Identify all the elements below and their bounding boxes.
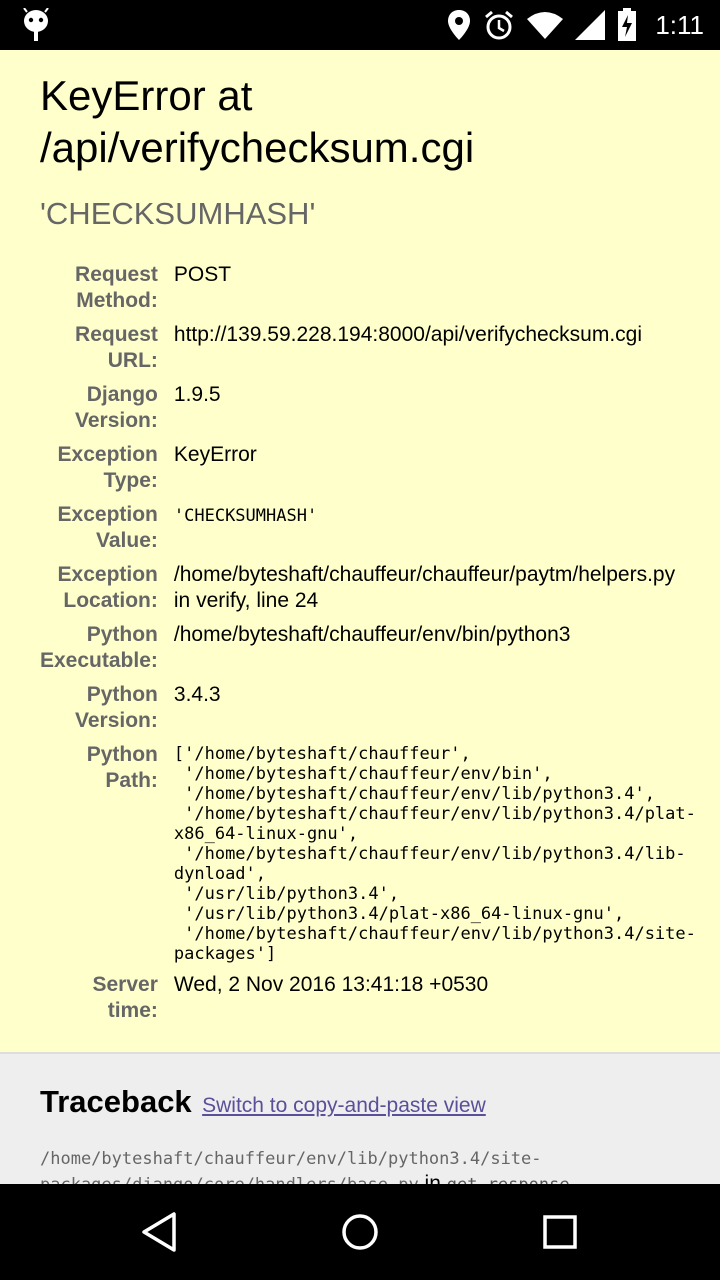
exception-location-file: /home/byteshaft/chauffeur/chauffeur/payt… bbox=[173, 563, 676, 586]
frame-in-text: in bbox=[424, 1172, 441, 1184]
exception-value-heading: 'CHECKSUMHASH' bbox=[40, 196, 316, 231]
page-title: KeyError at /api/verifychecksum.cgi bbox=[40, 70, 720, 174]
table-row: Exception Type: KeyError bbox=[40, 438, 696, 498]
row-label: Python Executable: bbox=[40, 623, 158, 672]
traceback-header: Traceback Switch to copy-and-paste view bbox=[40, 1084, 720, 1120]
exception-location-value: /home/byteshaft/chauffeur/chauffeur/payt… bbox=[174, 558, 696, 618]
request-url-value: http://139.59.228.194:8000/api/verifyche… bbox=[173, 323, 643, 346]
python-path-line: x86_64-linux-gnu', bbox=[173, 824, 359, 844]
python-path-line: dynload', bbox=[173, 864, 267, 884]
python-path-line: '/usr/lib/python3.4', bbox=[173, 884, 400, 904]
home-icon[interactable] bbox=[338, 1210, 382, 1254]
traceback-section: Traceback Switch to copy-and-paste view … bbox=[0, 1054, 720, 1184]
python-path-value: ['/home/byteshaft/chauffeur', '/home/byt… bbox=[174, 738, 696, 968]
debug-page[interactable]: KeyError at /api/verifychecksum.cgi 'CHE… bbox=[0, 50, 720, 1184]
frame-file-path: /home/byteshaft/chauffeur/env/lib/python… bbox=[40, 1149, 542, 1169]
navigation-bar bbox=[0, 1184, 720, 1280]
frame-function-name: get_response bbox=[447, 1175, 570, 1184]
android-debug-icon bbox=[22, 8, 50, 42]
page-title-line-1: KeyError at bbox=[40, 72, 253, 119]
back-icon[interactable] bbox=[138, 1210, 182, 1254]
row-label: Python Path: bbox=[86, 743, 158, 792]
exception-type-value: KeyError bbox=[173, 443, 257, 466]
frame-file-path-cont: packages/django/core/handlers/base.py bbox=[40, 1175, 419, 1184]
python-path-line: '/home/byteshaft/chauffeur/env/lib/pytho… bbox=[173, 784, 655, 804]
signal-icon bbox=[575, 10, 606, 40]
table-row: Exception Location: /home/byteshaft/chauf… bbox=[40, 558, 696, 618]
python-path-line: ['/home/byteshaft/chauffeur', bbox=[173, 744, 471, 764]
table-row: Request URL: http://139.59.228.194:8000/a… bbox=[40, 318, 696, 378]
status-bar: 1:11 bbox=[0, 0, 720, 50]
python-path-line: '/usr/lib/python3.4/plat-x86_64-linux-gn… bbox=[173, 904, 625, 924]
row-label: Request URL: bbox=[75, 323, 158, 372]
traceback-frame[interactable]: /home/byteshaft/chauffeur/env/lib/python… bbox=[40, 1146, 720, 1184]
battery-charging-icon bbox=[617, 8, 637, 42]
table-row: Python Path: ['/home/byteshaft/chauffeur'… bbox=[40, 738, 696, 968]
exception-value-value: 'CHECKSUMHASH' bbox=[174, 498, 696, 558]
table-row: Python Version: 3.4.3 bbox=[40, 678, 696, 738]
request-meta-table: Request Method: POST Request URL: http://1… bbox=[40, 258, 696, 1028]
server-time-value: Wed, 2 Nov 2016 13:41:18 +0530 bbox=[173, 973, 489, 996]
exception-value-text: 'CHECKSUMHASH' bbox=[173, 506, 318, 526]
python-executable-value: /home/byteshaft/chauffeur/env/bin/python… bbox=[173, 623, 571, 646]
table-row: Django Version: 1.9.5 bbox=[40, 378, 696, 438]
wifi-icon bbox=[527, 11, 564, 39]
django-version-value: 1.9.5 bbox=[173, 383, 221, 406]
python-path-line: '/home/byteshaft/chauffeur/env/lib/pytho… bbox=[173, 804, 696, 824]
error-summary: KeyError at /api/verifychecksum.cgi 'CHE… bbox=[0, 50, 720, 1054]
python-path-line: packages'] bbox=[173, 944, 277, 964]
row-label: Server time: bbox=[92, 973, 158, 1022]
python-path-line: '/home/byteshaft/chauffeur/env/bin', bbox=[173, 764, 553, 784]
python-path-line: '/home/byteshaft/chauffeur/env/lib/pytho… bbox=[173, 924, 696, 944]
row-label: Python Version: bbox=[75, 683, 158, 732]
exception-location-line: in verify, line 24 bbox=[173, 589, 319, 612]
traceback-heading: Traceback bbox=[40, 1084, 192, 1119]
clock-time: 1:11 bbox=[655, 9, 704, 40]
request-method-value: POST bbox=[173, 263, 232, 286]
location-icon bbox=[447, 9, 471, 41]
table-row: Request Method: POST bbox=[40, 258, 696, 318]
alarm-icon bbox=[483, 9, 515, 41]
table-row: Server time: Wed, 2 Nov 2016 13:41:18 +05… bbox=[40, 968, 696, 1028]
row-label: Request Method: bbox=[75, 263, 158, 312]
page-title-line-2: /api/verifychecksum.cgi bbox=[40, 124, 475, 171]
python-path-line: '/home/byteshaft/chauffeur/env/lib/pytho… bbox=[173, 844, 686, 864]
row-label: Exception Type: bbox=[57, 443, 158, 492]
switch-to-copy-paste-link[interactable]: Switch to copy-and-paste view bbox=[202, 1094, 486, 1117]
table-row: Exception Value: 'CHECKSUMHASH' bbox=[40, 498, 696, 558]
python-version-value: 3.4.3 bbox=[173, 683, 221, 706]
row-label: Django Version: bbox=[75, 383, 158, 432]
table-row: Python Executable: /home/byteshaft/chauff… bbox=[40, 618, 696, 678]
recents-icon[interactable] bbox=[538, 1210, 582, 1254]
row-label: Exception Location: bbox=[57, 563, 158, 612]
row-label: Exception Value: bbox=[57, 503, 158, 552]
